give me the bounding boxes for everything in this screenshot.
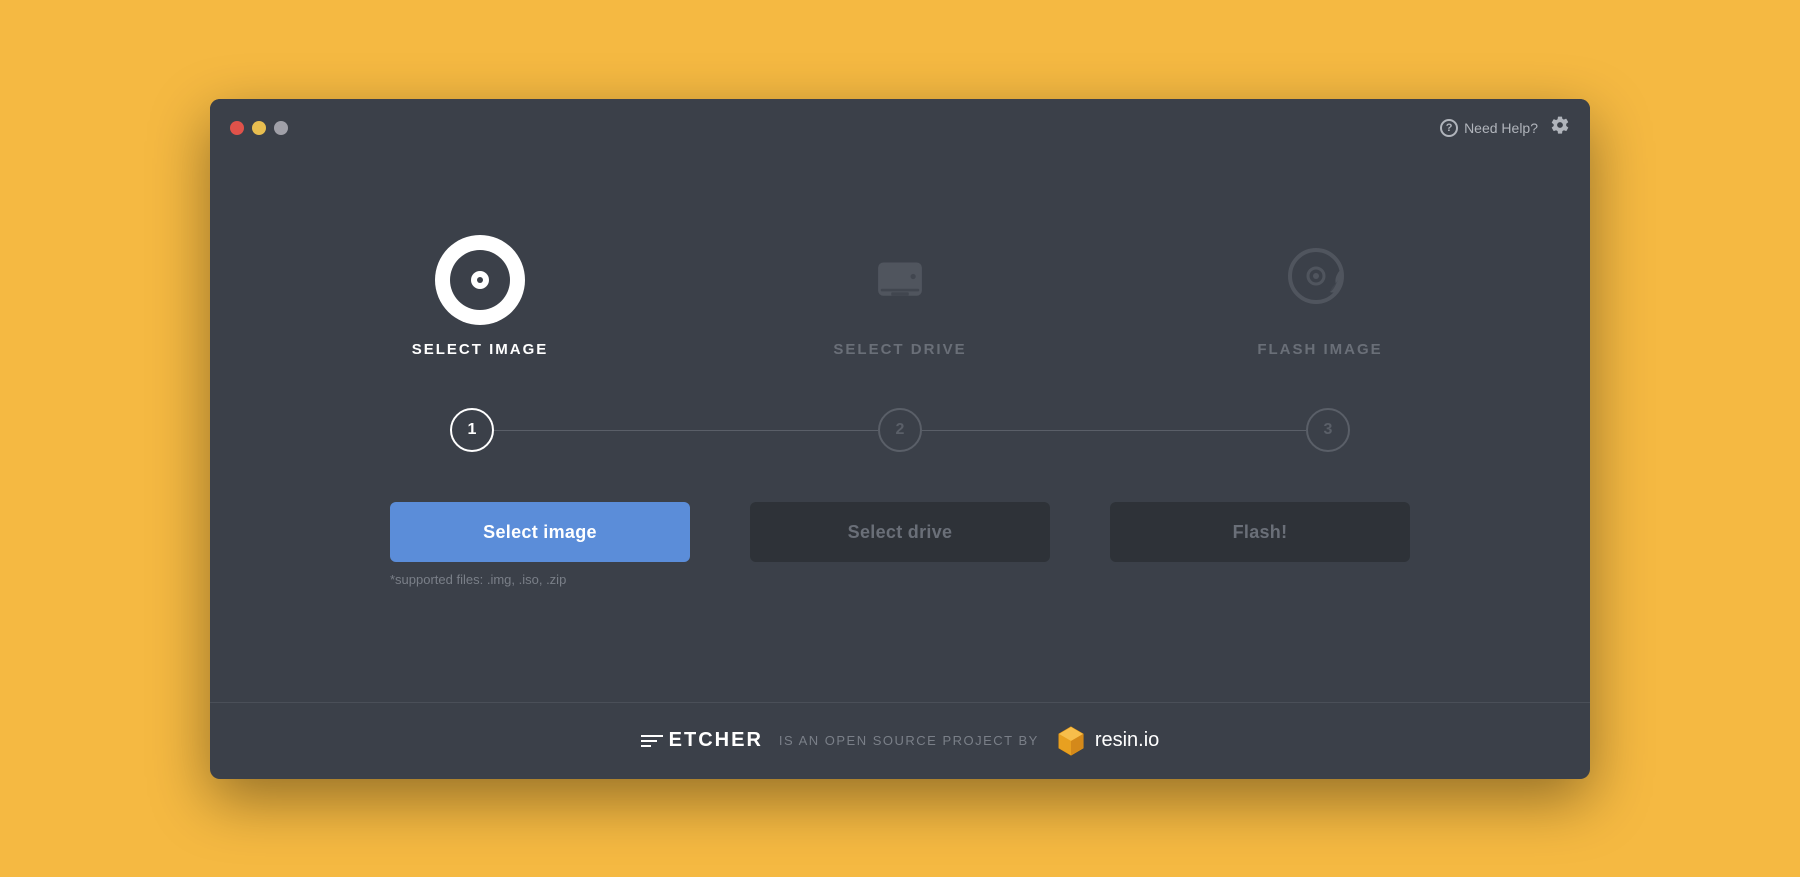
connector-1-2 [494,430,878,431]
etcher-line-2 [641,740,657,742]
connector-2-3 [922,430,1306,431]
step-icon-select-drive [855,235,945,325]
disc-inner [471,271,489,289]
footer-middle-text: IS AN OPEN SOURCE PROJECT BY [779,733,1039,748]
select-image-group: Select image *supported files: .img, .is… [390,502,690,587]
minimize-button[interactable] [252,121,266,135]
resin-logo: resin.io [1055,725,1159,757]
help-link[interactable]: ? Need Help? [1440,119,1538,137]
footer: ETCHER IS AN OPEN SOURCE PROJECT BY resi… [210,702,1590,779]
flash-button: Flash! [1110,502,1410,562]
supported-files-text: *supported files: .img, .iso, .zip [390,572,566,587]
etcher-text: ETCHER [669,729,763,752]
title-bar: ? Need Help? [210,99,1590,157]
etcher-logo: ETCHER [641,729,763,752]
select-image-button[interactable]: Select image [390,502,690,562]
drive-icon [865,245,935,315]
select-drive-group: Select drive [750,502,1050,562]
progress-track: 1 2 3 [450,408,1350,452]
progress-line-section: 1 2 3 [270,408,1530,452]
step-icon-select-image [435,235,525,325]
step-number-2: 2 [878,408,922,452]
main-content: SELECT IMAGE SELECT DRIVE [210,157,1590,702]
select-drive-button: Select drive [750,502,1050,562]
actions-section: Select image *supported files: .img, .is… [270,502,1530,587]
help-icon: ? [1440,119,1458,137]
etcher-lines-icon [641,735,663,747]
step-select-drive: SELECT DRIVE [690,235,1110,358]
step-label-flash-image: FLASH IMAGE [1257,341,1382,358]
step-number-3: 3 [1306,408,1350,452]
step-icon-flash-image [1275,235,1365,325]
step-flash-image: FLASH IMAGE [1110,235,1530,358]
flash-group: Flash! [1110,502,1410,562]
help-label: Need Help? [1464,120,1538,136]
etcher-line-1 [641,735,663,737]
resin-text: resin.io [1095,729,1159,752]
resin-cube-icon [1055,725,1087,757]
disc-center [477,277,483,283]
settings-icon[interactable] [1550,115,1570,141]
maximize-button[interactable] [274,121,288,135]
app-window: ? Need Help? [210,99,1590,779]
flash-icon [1280,240,1360,320]
traffic-lights [230,121,288,135]
etcher-line-3 [641,745,651,747]
step-label-select-image: SELECT IMAGE [412,341,549,358]
close-button[interactable] [230,121,244,135]
steps-section: SELECT IMAGE SELECT DRIVE [270,235,1530,358]
step-label-select-drive: SELECT DRIVE [833,341,966,358]
disc-icon [450,250,510,310]
step-select-image: SELECT IMAGE [270,235,690,358]
title-bar-right: ? Need Help? [1440,115,1570,141]
step-number-1: 1 [450,408,494,452]
